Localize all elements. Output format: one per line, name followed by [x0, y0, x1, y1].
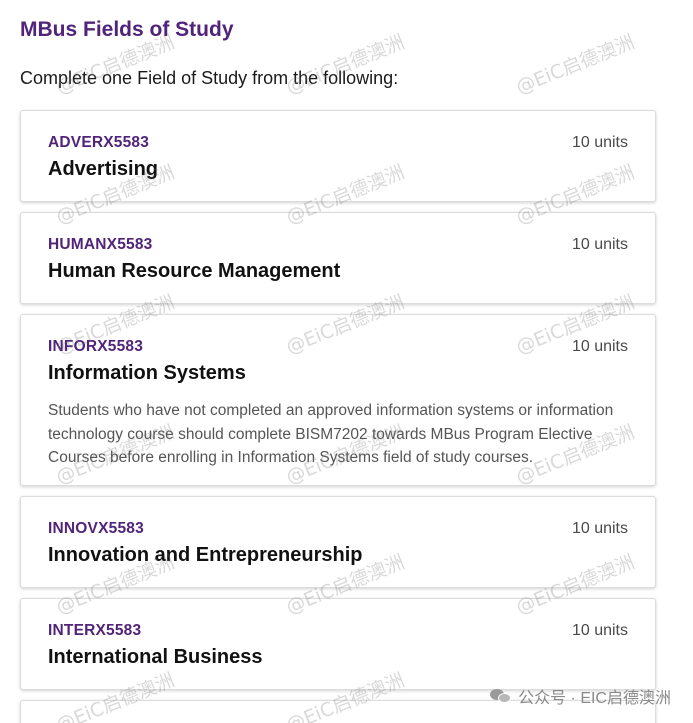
field-card-human-resource-management[interactable]: HUMANX5583 10 units Human Resource Manag…	[20, 212, 656, 304]
page: MBus Fields of Study Complete one Field …	[0, 0, 693, 723]
field-name: Innovation and Entrepreneurship	[48, 544, 363, 566]
intro-text: Complete one Field of Study from the fol…	[20, 68, 399, 88]
page-title: MBus Fields of Study	[20, 18, 234, 41]
field-units: 10 units	[571, 236, 628, 253]
field-code[interactable]: INFORX5583	[48, 338, 143, 356]
field-units: 10 units	[571, 134, 628, 151]
field-card-information-systems[interactable]: INFORX5583 10 units Information Systems …	[20, 314, 656, 486]
field-code[interactable]: INTERX5583	[48, 622, 141, 640]
wechat-icon	[490, 687, 512, 705]
field-card-innovation-entrepreneurship[interactable]: INNOVX5583 10 units Innovation and Entre…	[20, 496, 656, 588]
watermark: @EiC启德澳洲	[513, 31, 638, 99]
field-name: Human Resource Management	[48, 260, 341, 282]
field-code[interactable]: ADVERX5583	[48, 134, 149, 152]
field-card-advertising[interactable]: ADVERX5583 10 units Advertising	[20, 110, 656, 202]
field-card-international-business[interactable]: INTERX5583 10 units International Busine…	[20, 598, 656, 690]
field-name: Advertising	[48, 158, 159, 180]
field-description: Students who have not completed an appro…	[48, 402, 614, 466]
field-units: 10 units	[571, 338, 628, 355]
field-name: Information Systems	[48, 362, 246, 384]
field-code[interactable]: INNOVX5583	[48, 520, 144, 538]
field-code[interactable]: HUMANX5583	[48, 236, 153, 254]
field-name: International Business	[48, 646, 263, 668]
field-units: 10 units	[571, 520, 628, 537]
field-units: 10 units	[571, 622, 628, 639]
footer-watermark-text: 公众号 · EIC启德澳洲	[518, 690, 671, 707]
footer-watermark: 公众号 · EIC启德澳洲	[490, 684, 671, 708]
